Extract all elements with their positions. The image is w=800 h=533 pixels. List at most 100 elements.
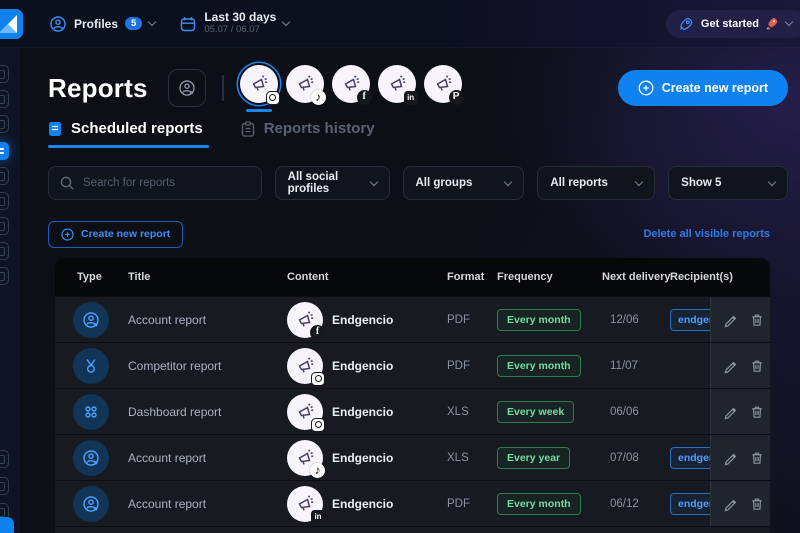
- edit-report-button[interactable]: [723, 450, 739, 466]
- profile-avatar[interactable]: [376, 63, 418, 105]
- person-circle-icon: [178, 79, 196, 97]
- edit-report-button[interactable]: [723, 496, 739, 512]
- delete-report-button[interactable]: [749, 404, 765, 420]
- delete-report-button[interactable]: [749, 312, 765, 328]
- profile-avatar[interactable]: [284, 63, 326, 105]
- trash-icon: [749, 312, 765, 328]
- recipient-badge: endgen: [670, 309, 710, 331]
- table-header: Type Title Content Format Frequency Next…: [55, 258, 770, 296]
- tab-scheduled-reports[interactable]: Scheduled reports: [48, 120, 203, 148]
- scheduled-reports-icon: [48, 121, 62, 137]
- sidebar-item-8[interactable]: [0, 242, 9, 260]
- table-row[interactable]: Account report: [55, 434, 770, 480]
- linkedin-icon: [311, 510, 325, 524]
- megaphone-icon: [387, 74, 407, 94]
- profile-avatar[interactable]: [238, 63, 280, 114]
- chevron-down-icon: [504, 177, 512, 185]
- tab-reports-history[interactable]: Reports history: [241, 120, 375, 148]
- active-tab-underline: [48, 145, 209, 148]
- filters-bar: All social profiles All groups All repor…: [48, 166, 788, 200]
- instagram-icon: [266, 91, 280, 105]
- sidebar-item-7[interactable]: [0, 217, 9, 235]
- search-icon: [59, 175, 75, 191]
- frequency-badge: Every month: [497, 355, 581, 377]
- sidebar-item-10[interactable]: [0, 450, 9, 468]
- report-format: PDF: [447, 360, 497, 372]
- delete-all-visible-reports-link[interactable]: Delete all visible reports: [643, 228, 770, 240]
- sidebar-item-6[interactable]: [0, 192, 9, 210]
- report-title: Competitor report: [128, 359, 287, 373]
- table-row-partial: [55, 526, 770, 533]
- report-format: PDF: [447, 498, 497, 510]
- filter-social-profiles-dropdown[interactable]: All social profiles: [275, 166, 390, 200]
- topbar: Profiles 5 Last 30 days 05.07 / 06.07 Ge…: [0, 0, 800, 48]
- sidebar-item-9[interactable]: [0, 267, 9, 285]
- sidebar-item-2[interactable]: [0, 90, 9, 108]
- column-header-next-delivery: Next delivery: [600, 271, 670, 283]
- sidebar-item-5[interactable]: [0, 167, 9, 185]
- table-row[interactable]: Account report: [55, 296, 770, 342]
- sidebar-item-3[interactable]: [0, 115, 9, 133]
- reports-history-icon: [241, 121, 255, 137]
- manage-profiles-button[interactable]: [168, 69, 206, 107]
- sidebar-item-11[interactable]: [0, 477, 9, 495]
- report-title: Dashboard report: [128, 405, 287, 419]
- content-name: Endgencio: [332, 313, 393, 327]
- app-root: Profiles 5 Last 30 days 05.07 / 06.07 Ge…: [0, 0, 800, 533]
- content-name: Endgencio: [332, 451, 393, 465]
- next-delivery: 11/07: [600, 360, 670, 372]
- frequency-badge: Every month: [497, 493, 581, 515]
- profile-avatar[interactable]: [422, 63, 464, 105]
- create-new-report-button[interactable]: Create new report: [618, 70, 788, 106]
- delete-report-button[interactable]: [749, 450, 765, 466]
- pencil-icon: [723, 450, 739, 466]
- edit-report-button[interactable]: [723, 312, 739, 328]
- profile-avatar[interactable]: [330, 63, 372, 105]
- next-delivery: 06/12: [600, 498, 670, 510]
- sidebar-item-1[interactable]: [0, 65, 9, 83]
- list-actions-row: Create new report Delete all visible rep…: [48, 220, 770, 248]
- delete-report-button[interactable]: [749, 358, 765, 374]
- recipient-badge: endgen: [670, 447, 710, 469]
- edit-report-button[interactable]: [723, 358, 739, 374]
- delete-report-button[interactable]: [749, 496, 765, 512]
- sidebar-item-reports[interactable]: [0, 142, 9, 160]
- create-new-report-secondary-button[interactable]: Create new report: [48, 221, 183, 248]
- date-range-selector[interactable]: Last 30 days 05.07 / 06.07: [179, 11, 289, 36]
- search-box: [48, 166, 262, 200]
- table-body: Account report: [55, 296, 770, 526]
- search-input[interactable]: [83, 177, 251, 189]
- profiles-selector[interactable]: Profiles 5: [49, 15, 155, 33]
- trash-icon: [749, 450, 765, 466]
- content-avatar: [287, 440, 323, 476]
- tiktok-icon: [310, 463, 325, 478]
- show-count-dropdown[interactable]: Show 5: [668, 166, 788, 200]
- dashboard-report-icon: [82, 403, 100, 421]
- get-started-button[interactable]: Get started: [666, 10, 800, 38]
- table-row[interactable]: Competitor report: [55, 342, 770, 388]
- filter-reports-dropdown[interactable]: All reports: [537, 166, 655, 200]
- edit-report-button[interactable]: [723, 404, 739, 420]
- trash-icon: [749, 358, 765, 374]
- column-header-frequency: Frequency: [497, 271, 600, 283]
- chevron-down-icon: [768, 177, 776, 185]
- rocket-emoji-icon: [766, 17, 779, 30]
- filter-groups-dropdown[interactable]: All groups: [403, 166, 525, 200]
- table-row[interactable]: Dashboard report: [55, 388, 770, 434]
- chevron-down-icon: [282, 18, 290, 26]
- content-name: Endgencio: [332, 359, 393, 373]
- tabs: Scheduled reports Reports history: [48, 120, 375, 148]
- help-button[interactable]: [0, 517, 14, 533]
- table-row[interactable]: Account report: [55, 480, 770, 526]
- profiles-count-badge: 5: [125, 17, 142, 31]
- app-logo-icon: [0, 9, 23, 39]
- profiles-label: Profiles: [74, 17, 118, 31]
- reports-table: Type Title Content Format Frequency Next…: [55, 258, 770, 533]
- content-name: Endgencio: [332, 497, 393, 511]
- next-delivery: 12/06: [600, 314, 670, 326]
- rocket-icon: [678, 16, 694, 32]
- frequency-badge: Every week: [497, 401, 574, 423]
- recipient-badge: endgen: [670, 493, 710, 515]
- profile-avatar-list: [238, 63, 464, 114]
- column-header-recipients: Recipient(s): [670, 271, 710, 283]
